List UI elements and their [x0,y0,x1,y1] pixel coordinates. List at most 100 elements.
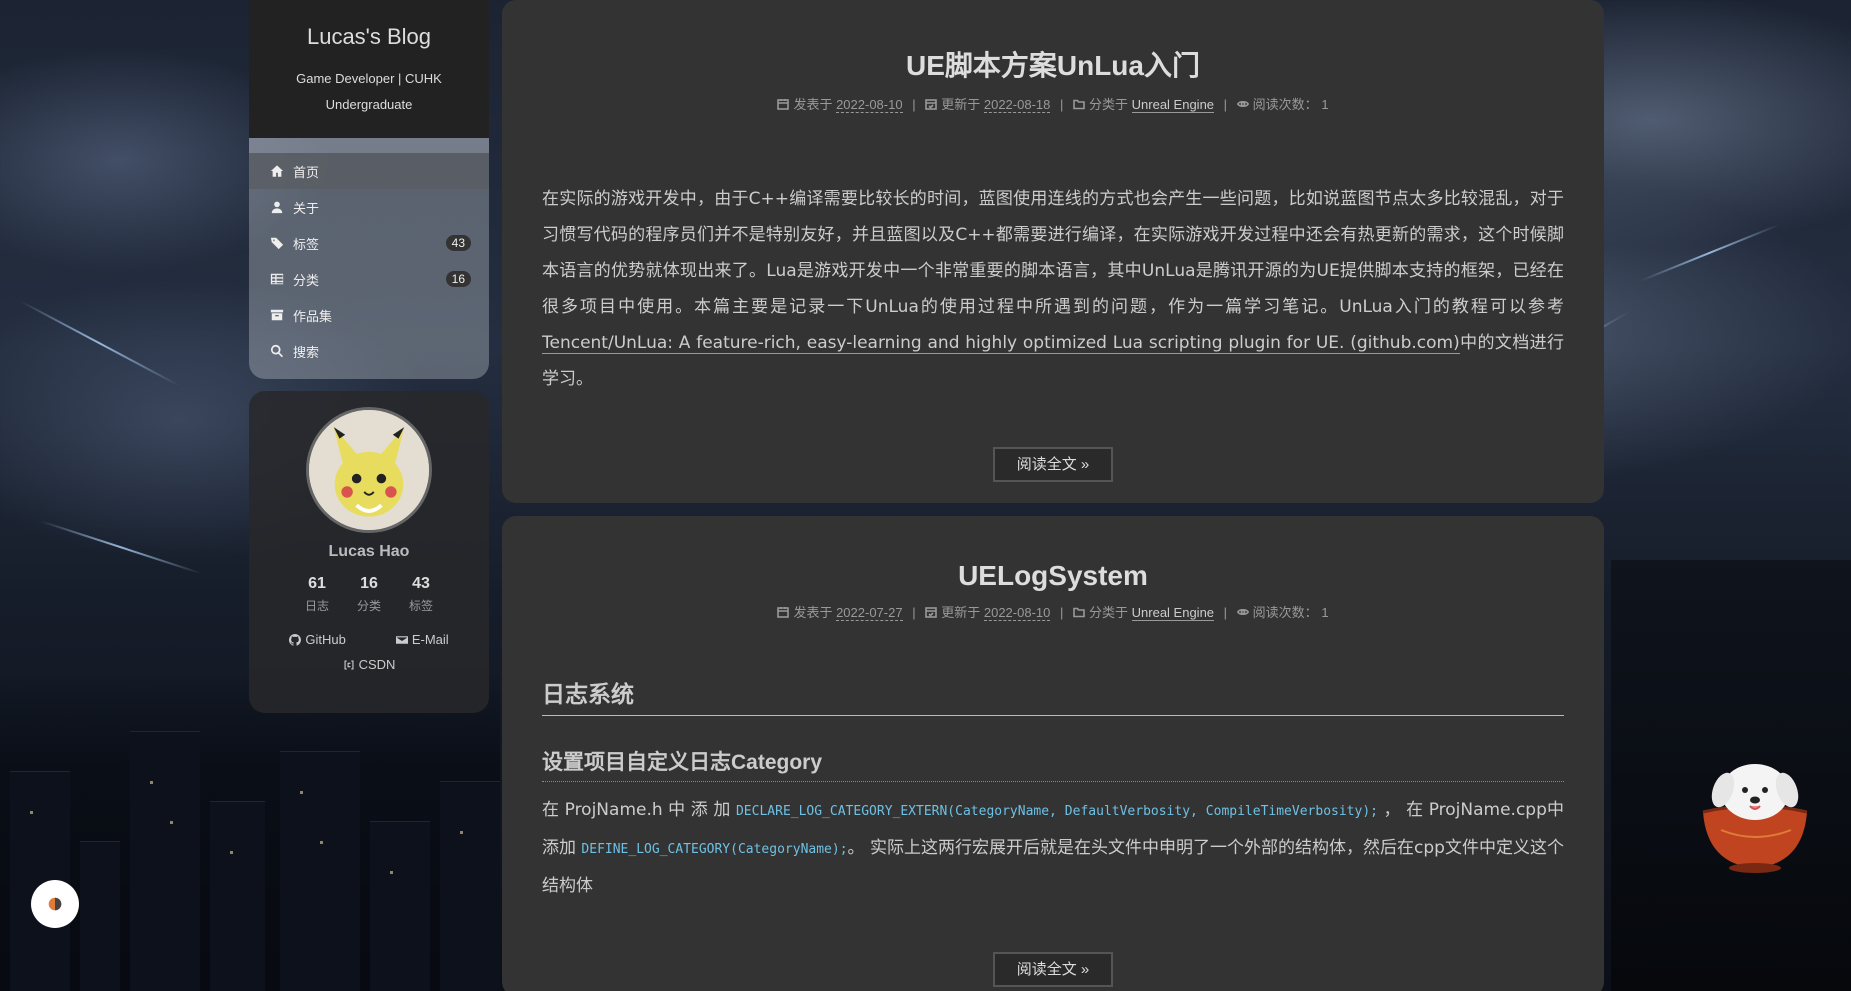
published-date: 2022-08-10 [836,97,903,113]
meta-separator: | [1059,97,1064,112]
read-more-button[interactable]: 阅读全文 » [993,952,1113,987]
meta-separator: | [912,605,916,620]
stat-tags-label: 标签 [409,599,434,613]
search-icon [269,343,285,359]
folder-icon [1073,98,1085,110]
calendar-check-icon [925,606,938,618]
home-icon [269,163,285,179]
updated-date: 2022-08-10 [983,605,1051,621]
background-decoration [19,300,180,387]
nav-item-categories[interactable]: 分类 16 [249,261,489,297]
tags-count-badge: 43 [445,235,471,251]
published-date: 2022-07-27 [836,605,903,621]
avatar [306,407,432,533]
excerpt-text: 在实际的游戏开发中，由于C++编译需要比较长的时间，蓝图使用连线的方式也会产生一… [542,189,1564,317]
post-title[interactable]: UELogSystem [502,516,1604,592]
background-decoration [1639,223,1780,282]
nav-item-label: 首页 [293,164,320,180]
excerpt-text: 在 ProjName.h 中 添 加 [542,800,736,820]
stat-posts-label: 日志 [304,599,329,613]
nav-item-label: 分类 [293,272,320,288]
site-stats: 61 日志 16 分类 43 标签 [249,575,489,614]
post-excerpt: 在实际的游戏开发中，由于C++编译需要比较长的时间，蓝图使用连线的方式也会产生一… [502,181,1604,397]
github-link[interactable]: GitHub [289,632,346,647]
csdn-row: CSDN [249,657,489,674]
read-more-button[interactable]: 阅读全文 » [993,447,1113,482]
meta-separator: | [1223,605,1228,620]
stat-posts[interactable]: 61 日志 [305,575,329,614]
live2d-mascot[interactable] [1695,752,1815,877]
views-label: 阅读次数： [1252,605,1318,620]
nav-item-label: 关于 [293,200,320,216]
github-label: GitHub [305,632,346,647]
post-meta: 发表于 2022-08-10 | 更新于 2022-08-18 | 分类于 Un… [502,94,1604,113]
social-links: GitHub E-Mail [249,632,489,647]
subsection-heading: 设置项目自定义日志Category [542,746,1564,782]
meta-separator: | [912,97,916,112]
sidebar: Lucas's Blog Game Developer | CUHK Under… [249,0,489,713]
category-label: 分类于 [1089,97,1129,112]
post-card: UE脚本方案UnLua入门 发表于 2022-08-10 | 更新于 2022-… [502,0,1604,503]
categories-count-badge: 16 [445,271,471,287]
email-label: E-Mail [411,632,449,647]
stat-categories-label: 分类 [356,599,381,613]
views-count: 1 [1321,605,1329,620]
nav-item-label: 标签 [293,236,320,252]
nav-item-search[interactable]: 搜索 [249,333,489,369]
csdn-link[interactable]: CSDN [343,657,396,672]
stat-tags[interactable]: 43 标签 [409,575,433,614]
csdn-icon [344,660,354,669]
views-label: 阅读次数： [1252,97,1318,112]
user-icon [269,199,285,215]
stat-posts-count: 61 [308,575,326,592]
th-icon [269,271,285,287]
site-title[interactable]: Lucas's Blog [249,24,489,50]
updated-label: 更新于 [941,605,981,620]
theme-toggle-button[interactable] [31,880,79,928]
nav-item-portfolio[interactable]: 作品集 [249,297,489,333]
stat-categories[interactable]: 16 分类 [357,575,381,614]
site-subtitle: Game Developer | CUHK Undergraduate [296,71,442,112]
meta-separator: | [1223,97,1228,112]
csdn-label: CSDN [358,657,396,672]
post-card: UELogSystem 发表于 2022-07-27 | 更新于 2022-08… [502,516,1604,991]
background-decoration [39,520,202,575]
code-define-log-category: DEFINE_LOG_CATEGORY(CategoryName); [581,842,848,857]
nav-item-label: 作品集 [293,308,333,324]
site-brand: Lucas's Blog Game Developer | CUHK Under… [249,0,489,138]
envelope-icon [395,635,408,644]
nav-item-label: 搜索 [293,344,320,360]
updated-label: 更新于 [941,97,981,112]
views-count: 1 [1321,97,1329,112]
section-heading: 日志系统 [542,675,1564,716]
eye-icon [1236,606,1249,618]
calendar-check-icon [925,98,938,110]
github-icon [289,633,302,646]
author-profile: Lucas Hao 61 日志 16 分类 43 标签 GitHub E-Mai [249,391,489,713]
email-link[interactable]: E-Mail [395,632,449,647]
code-declare-log-category: DECLARE_LOG_CATEGORY_EXTERN(CategoryName… [735,804,1378,819]
nav-item-tags[interactable]: 标签 43 [249,225,489,261]
unlua-github-link[interactable]: Tencent/UnLua: A feature-rich, easy-lear… [542,333,1460,354]
nav-item-home[interactable]: 首页 [249,153,489,189]
brand-divider [249,138,489,153]
archive-icon [269,307,285,323]
background-city [0,671,500,991]
stat-categories-count: 16 [360,575,378,592]
post-title[interactable]: UE脚本方案UnLua入门 [502,0,1604,84]
tags-icon [269,235,285,251]
category-link[interactable]: Unreal Engine [1131,97,1215,113]
post-excerpt: 在 ProjName.h 中 添 加 DECLARE_LOG_CATEGORY_… [502,792,1604,904]
author-name: Lucas Hao [328,543,410,560]
site-nav: 首页 关于 标签 43 分类 16 作品集 搜索 [249,153,489,379]
folder-icon [1073,606,1085,618]
eye-icon [1236,98,1249,110]
category-link[interactable]: Unreal Engine [1131,605,1215,621]
category-label: 分类于 [1089,605,1129,620]
calendar-icon [777,606,790,618]
published-label: 发表于 [793,97,833,112]
meta-separator: | [1059,605,1064,620]
nav-item-about[interactable]: 关于 [249,189,489,225]
contrast-icon [48,897,62,911]
post-meta: 发表于 2022-07-27 | 更新于 2022-08-10 | 分类于 Un… [502,602,1604,621]
